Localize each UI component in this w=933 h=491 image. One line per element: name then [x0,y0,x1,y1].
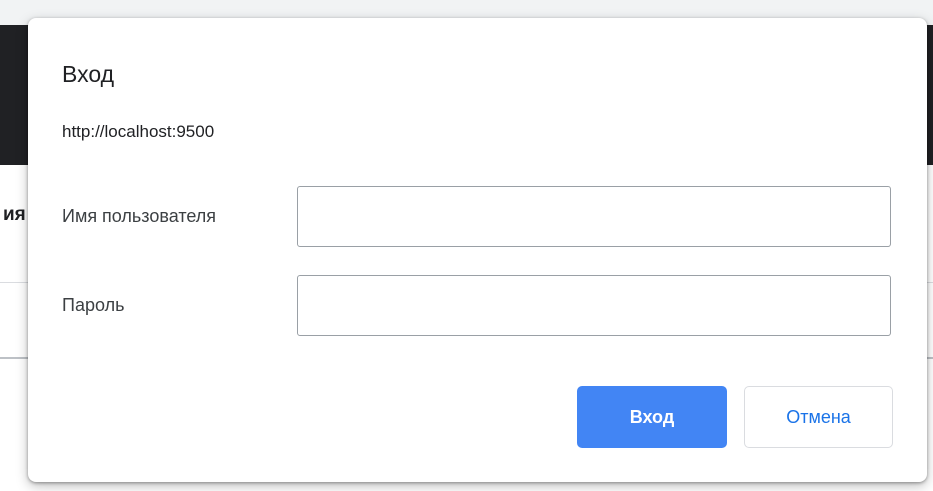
sign-in-button[interactable]: Вход [577,386,727,448]
dialog-origin-url: http://localhost:9500 [62,122,215,141]
dialog-title: Вход [62,61,115,87]
password-input[interactable] [297,275,891,336]
sign-in-dialog: Вход http://localhost:9500 Имя пользоват… [28,18,927,482]
page-heading-fragment: ия [3,204,25,225]
password-label: Пароль [62,295,125,315]
username-input[interactable] [297,186,891,247]
cancel-button[interactable]: Отмена [744,386,893,448]
username-label: Имя пользователя [62,206,217,226]
